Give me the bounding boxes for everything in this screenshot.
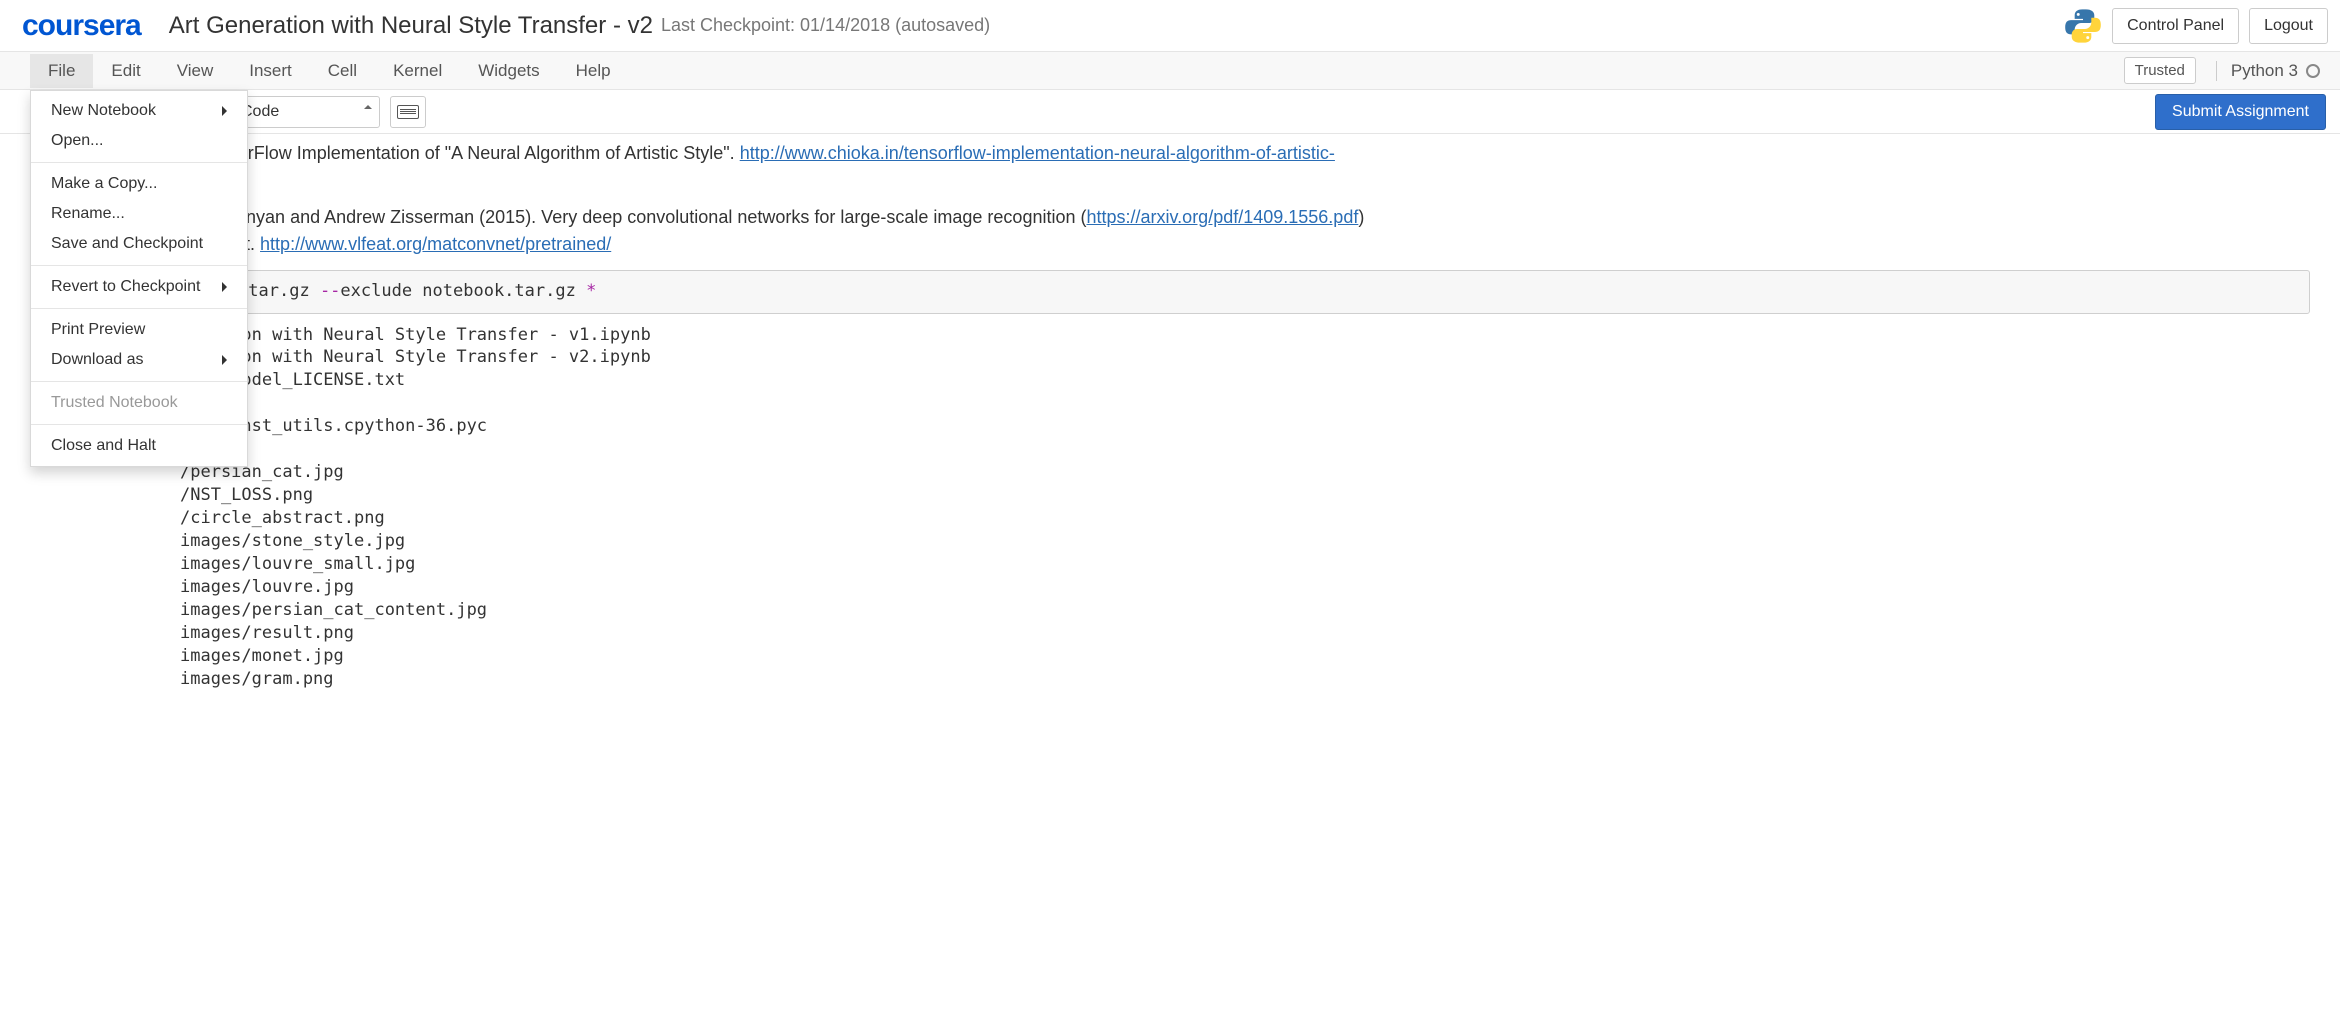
markdown-text: en Simonyan and Andrew Zisserman (2015).… — [180, 207, 1086, 227]
file-menu-make-copy[interactable]: Make a Copy... — [31, 169, 247, 199]
file-menu-trusted-notebook-label: Trusted Notebook — [51, 394, 178, 412]
menubar: File Edit View Insert Cell Kernel Widget… — [0, 52, 2340, 90]
file-menu-make-copy-label: Make a Copy... — [51, 175, 157, 193]
file-menu-trusted-notebook: Trusted Notebook — [31, 388, 247, 418]
menu-divider — [31, 308, 247, 309]
file-menu-dropdown: New Notebook Open... Make a Copy... Rena… — [30, 90, 248, 467]
submenu-caret-icon — [222, 282, 227, 292]
markdown-cell[interactable]: en Simonyan and Andrew Zisserman (2015).… — [30, 198, 2310, 262]
file-menu-new-notebook[interactable]: New Notebook — [31, 96, 247, 126]
file-menu-new-notebook-label: New Notebook — [51, 102, 156, 120]
file-menu-revert[interactable]: Revert to Checkpoint — [31, 272, 247, 302]
menu-insert[interactable]: Insert — [231, 54, 310, 88]
logout-button[interactable]: Logout — [2249, 8, 2328, 44]
submenu-caret-icon — [222, 106, 227, 116]
markdown-cell[interactable]: 0, TensorFlow Implementation of "A Neura… — [30, 134, 2310, 198]
checkpoint-label: Last Checkpoint: 01/14/2018 (autosaved) — [661, 15, 990, 36]
file-menu-rename[interactable]: Rename... — [31, 199, 247, 229]
output-cell: neration with Neural Style Transfer - v1… — [30, 318, 2310, 691]
code-cell[interactable]: hvzf notebook.tar.gz --exclude notebook.… — [92, 270, 2310, 314]
menu-divider — [31, 265, 247, 266]
menu-help[interactable]: Help — [558, 54, 629, 88]
file-menu-save[interactable]: Save and Checkpoint — [31, 229, 247, 259]
code-glob: * — [586, 281, 596, 301]
file-menu-open-label: Open... — [51, 132, 103, 150]
notebook-title[interactable]: Art Generation with Neural Style Transfe… — [169, 12, 653, 40]
kernel-indicator[interactable]: Python 3 — [2216, 61, 2320, 81]
trusted-indicator[interactable]: Trusted — [2124, 57, 2196, 84]
file-menu-print-preview-label: Print Preview — [51, 321, 145, 339]
python-icon — [2064, 7, 2102, 45]
brand-logo: coursera — [22, 9, 141, 43]
notebook-area[interactable]: 0, TensorFlow Implementation of "A Neura… — [0, 134, 2340, 691]
file-menu-print-preview[interactable]: Print Preview — [31, 315, 247, 345]
control-panel-button[interactable]: Control Panel — [2112, 8, 2239, 44]
file-menu-download-as[interactable]: Download as — [31, 345, 247, 375]
reference-link[interactable]: http://www.chioka.in/tensorflow-implemen… — [740, 143, 1335, 163]
header: coursera Art Generation with Neural Styl… — [0, 0, 2340, 52]
kernel-name: Python 3 — [2231, 61, 2298, 81]
file-menu-save-label: Save and Checkpoint — [51, 235, 203, 253]
markdown-text: 0, TensorFlow Implementation of "A Neura… — [180, 143, 740, 163]
submit-assignment-button[interactable]: Submit Assignment — [2155, 94, 2326, 130]
markdown-text: ) — [1358, 207, 1364, 227]
file-menu-close-halt-label: Close and Halt — [51, 437, 156, 455]
menu-kernel[interactable]: Kernel — [375, 54, 460, 88]
file-menu-open[interactable]: Open... — [31, 126, 247, 156]
cell-type-select[interactable]: Code — [230, 96, 380, 128]
submenu-caret-icon — [222, 355, 227, 365]
keyboard-icon — [397, 105, 419, 119]
menu-divider — [31, 162, 247, 163]
code-flag: -- — [320, 281, 340, 301]
reference-link[interactable]: http://www.vlfeat.org/matconvnet/pretrai… — [260, 234, 611, 254]
kernel-status-icon — [2306, 64, 2320, 78]
reference-link[interactable]: https://arxiv.org/pdf/1409.1556.pdf — [1086, 207, 1358, 227]
file-menu-close-halt[interactable]: Close and Halt — [31, 431, 247, 461]
code-text: exclude notebook.tar.gz — [340, 281, 586, 301]
menu-file[interactable]: File — [30, 54, 93, 88]
toolbar: Code Submit Assignment — [0, 90, 2340, 134]
menu-divider — [31, 424, 247, 425]
file-menu-download-as-label: Download as — [51, 351, 144, 369]
menu-edit[interactable]: Edit — [93, 54, 158, 88]
file-menu-rename-label: Rename... — [51, 205, 125, 223]
menu-widgets[interactable]: Widgets — [460, 54, 557, 88]
menu-view[interactable]: View — [159, 54, 232, 88]
command-palette-button[interactable] — [390, 96, 426, 128]
menu-cell[interactable]: Cell — [310, 54, 375, 88]
file-menu-revert-label: Revert to Checkpoint — [51, 278, 200, 296]
menu-divider — [31, 381, 247, 382]
